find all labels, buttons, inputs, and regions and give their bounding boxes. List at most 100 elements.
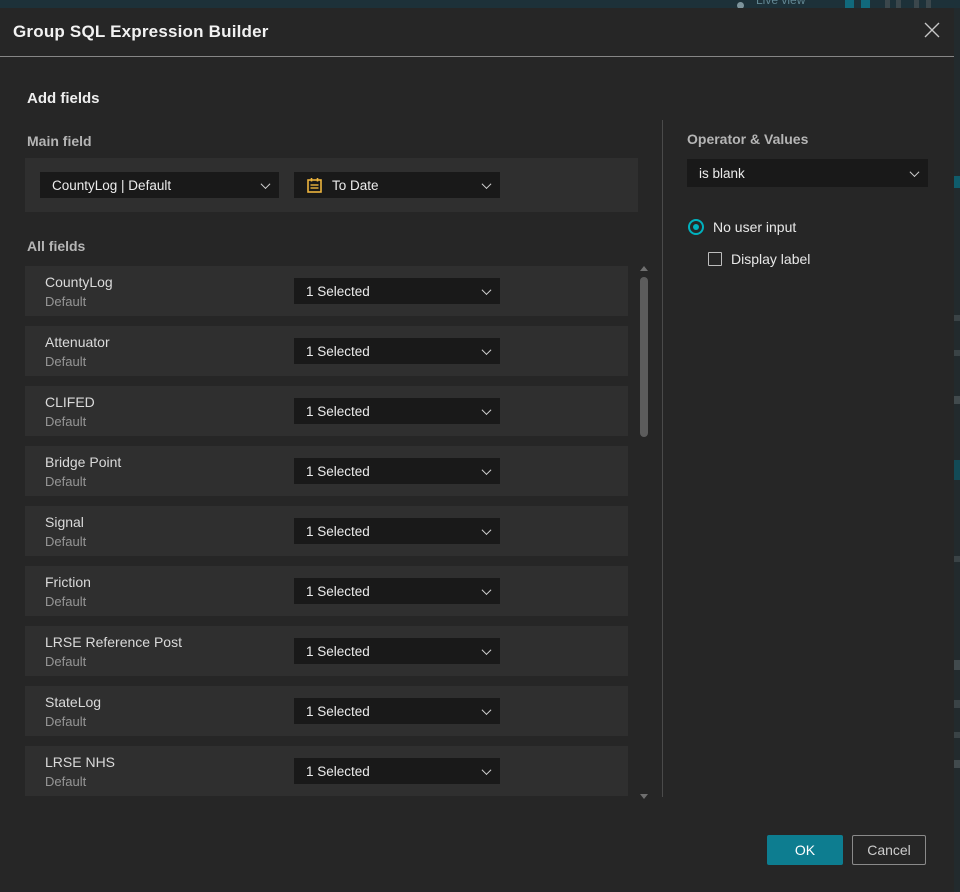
background-app-top-strip: Live view (0, 0, 960, 8)
field-selected-dropdown[interactable]: 1 Selected (294, 338, 500, 364)
field-row: Attenuator Default 1 Selected (25, 326, 628, 376)
checkbox-unchecked-icon (708, 252, 722, 266)
chevron-down-icon (481, 524, 492, 535)
background-app-right-strip (954, 8, 960, 892)
field-selected-value: 1 Selected (306, 523, 370, 539)
ok-button[interactable]: OK (767, 835, 843, 865)
dialog-title: Group SQL Expression Builder (13, 22, 269, 41)
close-icon (924, 22, 940, 38)
field-row: Signal Default 1 Selected (25, 506, 628, 556)
operator-values-label: Operator & Values (687, 131, 809, 147)
field-subtitle: Default (45, 294, 87, 309)
chevron-down-icon (481, 704, 492, 715)
scroll-up-icon[interactable] (640, 266, 648, 271)
field-selected-dropdown[interactable]: 1 Selected (294, 518, 500, 544)
field-selected-value: 1 Selected (306, 463, 370, 479)
field-row: LRSE Reference Post Default 1 Selected (25, 626, 628, 676)
main-field-date-dropdown[interactable]: To Date (294, 172, 500, 198)
background-fragment (954, 396, 960, 404)
field-name: LRSE NHS (45, 754, 116, 770)
field-row: CountyLog Default 1 Selected (25, 266, 628, 316)
scrollbar-thumb[interactable] (640, 277, 648, 437)
field-row: LRSE NHS Default 1 Selected (25, 746, 628, 796)
field-row: CLIFED Default 1 Selected (25, 386, 628, 436)
toolbar-fragment (914, 0, 919, 8)
field-name: CountyLog (45, 274, 113, 290)
field-name: Attenuator (45, 334, 110, 350)
field-subtitle: Default (45, 594, 87, 609)
toolbar-fragment (845, 0, 854, 8)
field-selected-dropdown[interactable]: 1 Selected (294, 458, 500, 484)
field-selected-value: 1 Selected (306, 583, 370, 599)
field-row: StateLog Default 1 Selected (25, 686, 628, 736)
field-selected-dropdown[interactable]: 1 Selected (294, 638, 500, 664)
field-subtitle: Default (45, 414, 87, 429)
toolbar-fragment (926, 0, 931, 8)
toolbar-fragment (885, 0, 890, 8)
background-fragment (954, 660, 960, 670)
field-name: Bridge Point (45, 454, 122, 470)
toolbar-fragment (861, 0, 870, 8)
field-row: Friction Default 1 Selected (25, 566, 628, 616)
field-subtitle: Default (45, 534, 87, 549)
field-selected-value: 1 Selected (306, 763, 370, 779)
close-button[interactable] (922, 20, 942, 40)
background-fragment (954, 700, 960, 708)
field-subtitle: Default (45, 654, 87, 669)
background-fragment (954, 760, 960, 768)
field-selected-dropdown[interactable]: 1 Selected (294, 278, 500, 304)
field-selected-dropdown[interactable]: 1 Selected (294, 758, 500, 784)
add-fields-heading: Add fields (27, 90, 100, 107)
field-selected-dropdown[interactable]: 1 Selected (294, 398, 500, 424)
column-divider (662, 120, 663, 797)
field-subtitle: Default (45, 354, 87, 369)
main-field-box: CountyLog | Default To Date (25, 158, 638, 212)
no-user-input-radio[interactable]: No user input (688, 219, 796, 235)
chevron-down-icon (481, 764, 492, 775)
chevron-down-icon (260, 178, 271, 189)
display-label-checkbox[interactable]: Display label (708, 251, 810, 267)
main-field-label: Main field (27, 133, 92, 149)
no-user-input-label: No user input (713, 219, 797, 235)
main-field-date-value: To Date (332, 177, 379, 193)
field-selected-value: 1 Selected (306, 403, 370, 419)
live-view-label: Live view (756, 0, 806, 7)
main-field-dropdown-value: CountyLog | Default (52, 177, 172, 193)
chevron-down-icon (481, 284, 492, 295)
all-fields-label: All fields (27, 238, 86, 254)
field-selected-value: 1 Selected (306, 343, 370, 359)
chevron-down-icon (481, 644, 492, 655)
background-fragment (954, 556, 960, 562)
operator-dropdown[interactable]: is blank (687, 159, 928, 187)
scroll-down-icon[interactable] (640, 794, 648, 799)
group-sql-expression-builder-dialog: Group SQL Expression Builder Add fields … (0, 8, 954, 892)
chevron-down-icon (481, 584, 492, 595)
scrollbar[interactable] (636, 264, 652, 799)
background-fragment (954, 176, 960, 188)
field-selected-value: 1 Selected (306, 643, 370, 659)
toolbar-fragment (896, 0, 901, 8)
field-name: Signal (45, 514, 84, 530)
field-subtitle: Default (45, 774, 87, 789)
field-subtitle: Default (45, 474, 87, 489)
all-fields-list: CountyLog Default 1 Selected Attenuator … (25, 266, 628, 806)
chevron-down-icon (481, 344, 492, 355)
field-name: LRSE Reference Post (45, 634, 182, 650)
field-name: StateLog (45, 694, 102, 710)
chevron-down-icon (909, 166, 920, 177)
cancel-button[interactable]: Cancel (852, 835, 926, 865)
field-subtitle: Default (45, 714, 87, 729)
field-selected-value: 1 Selected (306, 703, 370, 719)
field-row: Bridge Point Default 1 Selected (25, 446, 628, 496)
background-fragment (954, 350, 960, 356)
background-fragment (954, 460, 960, 480)
field-name: Friction (45, 574, 91, 590)
chevron-down-icon (481, 464, 492, 475)
chevron-down-icon (481, 178, 492, 189)
field-selected-dropdown[interactable]: 1 Selected (294, 578, 500, 604)
main-field-dropdown[interactable]: CountyLog | Default (40, 172, 279, 198)
calendar-icon (307, 177, 322, 193)
field-selected-dropdown[interactable]: 1 Selected (294, 698, 500, 724)
dialog-header: Group SQL Expression Builder (0, 8, 954, 57)
background-fragment (954, 315, 960, 321)
